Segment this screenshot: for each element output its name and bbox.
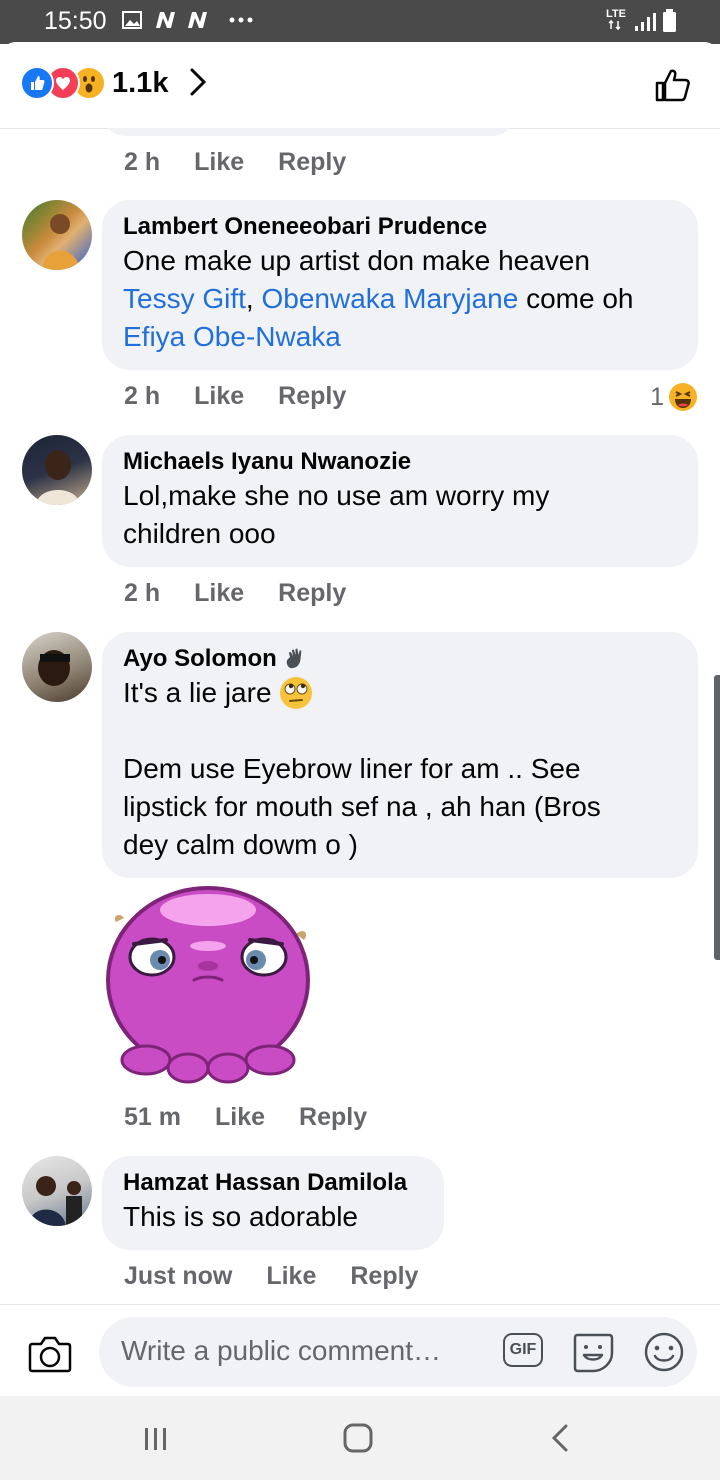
n-app-icon (156, 12, 175, 28)
like-button[interactable]: Like (215, 1103, 265, 1132)
reaction-count[interactable]: 1.1k (112, 67, 168, 100)
status-bar: 15:50 LTE (0, 0, 720, 44)
comment-text: Lol,make she no use am worry my children… (123, 480, 550, 549)
camera-icon[interactable] (28, 1335, 72, 1373)
comment-composer: Write a public comment… GIF (0, 1304, 720, 1397)
comment-reaction-count: 1 (650, 382, 664, 411)
like-button[interactable]: Like (266, 1262, 316, 1291)
like-button[interactable]: Like (194, 148, 244, 177)
mention-link[interactable]: Efiya Obe-Nwaka (123, 321, 341, 352)
like-outline-icon[interactable] (654, 66, 692, 104)
n-app-icon-2 (188, 12, 207, 28)
back-icon[interactable] (548, 1422, 572, 1454)
more-notifications-icon (229, 17, 253, 23)
reply-button[interactable]: Reply (278, 579, 346, 608)
sticker-icon[interactable] (571, 1331, 615, 1373)
reactions-header: 1.1k (0, 42, 720, 129)
home-icon[interactable] (342, 1422, 374, 1454)
reply-button[interactable]: Reply (278, 148, 346, 177)
comment-actions: 51 m Like Reply (124, 1103, 367, 1132)
network-type-label: LTE (606, 8, 626, 20)
comment-text: Dem use Eyebrow liner for am .. See lips… (123, 753, 601, 860)
signal-icon (635, 13, 656, 31)
reply-button[interactable]: Reply (299, 1103, 367, 1132)
gif-button[interactable]: GIF (503, 1333, 543, 1367)
purple-monster-sticker[interactable] (100, 884, 316, 1086)
comment-time: 2 h (124, 148, 161, 176)
comment-author[interactable]: Hamzat Hassan Damilola (123, 1168, 424, 1198)
comment-text-part: One make up artist don make heaven (123, 245, 590, 276)
mention-link[interactable]: Obenwaka Maryjane (261, 283, 518, 314)
comment-text-sep: , (245, 283, 262, 314)
chevron-right-icon[interactable] (188, 66, 208, 98)
comment-time: 51 m (124, 1103, 181, 1131)
gif-label: GIF (509, 1341, 537, 1358)
comment-actions: 2 h Like Reply (124, 148, 346, 177)
reply-button[interactable]: Reply (350, 1262, 418, 1291)
comment-text: It's a lie jare (123, 674, 678, 712)
comment-text-part: come oh (518, 283, 634, 314)
comment-time: 2 h (124, 382, 161, 410)
comment-text: This is so adorable (123, 1201, 359, 1232)
status-time: 15:50 (44, 7, 107, 35)
comment-actions: 2 h Like Reply (124, 579, 346, 608)
comments-list[interactable]: 2 h Like Reply Lambert Oneneeobari Prude… (0, 128, 720, 1304)
mention-link[interactable]: Tessy Gift (123, 283, 246, 314)
gallery-icon (122, 11, 142, 29)
comment-actions: 2 h Like Reply (124, 382, 346, 411)
emoji-icon[interactable] (643, 1331, 685, 1373)
comment-reactions[interactable]: 1 (650, 382, 698, 412)
comment-text-part: It's a lie jare (123, 677, 280, 708)
avatar[interactable] (22, 200, 92, 270)
comment-bubble[interactable]: Michaels Iyanu Nwanozie Lol,make she no … (102, 435, 698, 567)
comment-input[interactable]: Write a public comment… GIF (99, 1317, 697, 1387)
scrollbar[interactable] (714, 675, 720, 960)
avatar[interactable] (22, 1156, 92, 1226)
data-arrows-icon (608, 20, 621, 30)
comment-bubble-partial (102, 128, 516, 136)
reply-button[interactable]: Reply (278, 382, 346, 411)
comment-author[interactable]: Ayo Solomon (123, 644, 277, 674)
comment-bubble[interactable]: Lambert Oneneeobari Prudence One make up… (102, 200, 698, 370)
comment-bubble[interactable]: Ayo Solomon It's a lie jare Dem use Eyeb… (102, 632, 698, 878)
like-button[interactable]: Like (194, 579, 244, 608)
battery-icon (663, 9, 676, 32)
wave-hand-icon (286, 648, 302, 669)
comment-author[interactable]: Lambert Oneneeobari Prudence (123, 212, 678, 242)
comment-text: One make up artist don make heaven Tessy … (123, 242, 678, 356)
comment-actions: Just now Like Reply (124, 1262, 418, 1291)
comment-input-placeholder: Write a public comment… (121, 1335, 442, 1366)
comment-author-row: Ayo Solomon (123, 644, 678, 674)
comment-bubble[interactable]: Hamzat Hassan Damilola This is so adorab… (102, 1156, 444, 1250)
avatar[interactable] (22, 435, 92, 505)
system-nav-bar (0, 1396, 720, 1480)
like-button[interactable]: Like (194, 382, 244, 411)
avatar[interactable] (22, 632, 92, 702)
comment-time: 2 h (124, 579, 161, 607)
comment-time: Just now (124, 1262, 233, 1290)
haha-icon (669, 383, 697, 411)
eye-roll-emoji-icon (280, 677, 313, 709)
recent-apps-icon[interactable] (142, 1426, 170, 1452)
comment-author[interactable]: Michaels Iyanu Nwanozie (123, 447, 678, 477)
like-icon (20, 66, 54, 100)
